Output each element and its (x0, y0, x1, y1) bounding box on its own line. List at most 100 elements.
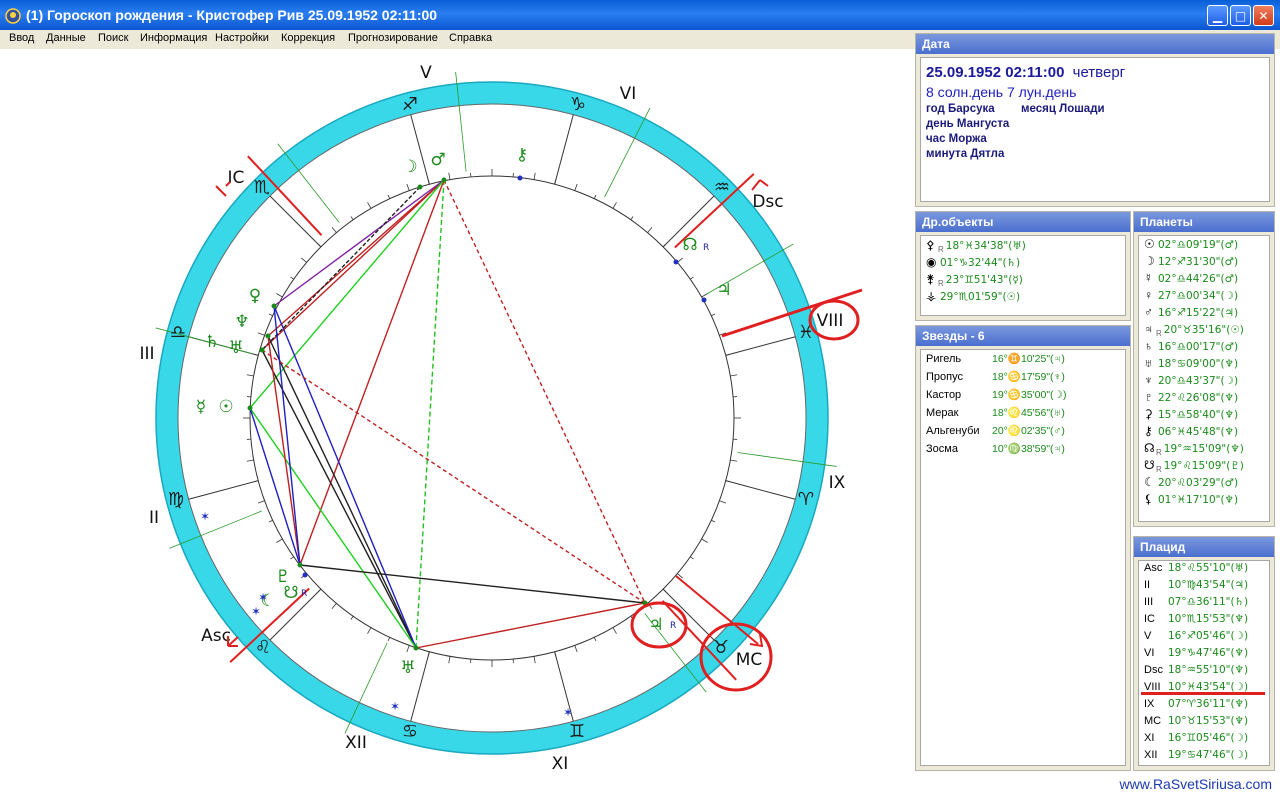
star-position: 16°♊10'25"(♃) (992, 353, 1065, 365)
planet-glyph: ♆ (234, 312, 249, 332)
house-cusp-position: 16°♐05'46"(☽) (1168, 630, 1249, 642)
planet-row: ♂ 16°♐15'22"(♃) (1144, 305, 1238, 322)
star-row: Мерак 18°♌45'56"(♅) (926, 406, 1065, 424)
planet-glyph: ♅ (228, 338, 243, 358)
house-cusp-position: 16°♊05'46"(☽) (1168, 732, 1249, 744)
house-label: XI (1144, 732, 1155, 744)
planet-glyph: ☉ (218, 397, 233, 417)
house-label: Dsc (752, 192, 783, 212)
other-object-row: ⚶ 29°♏01'59"(☉) (926, 289, 1020, 306)
planet-row: ⚳ 15°♎58'40"(♆) (1144, 407, 1238, 424)
planet-position: 22°♌26'08"(♆) (1158, 392, 1239, 404)
dsc-fork (751, 179, 769, 191)
house-cusp-row: III 07°♎36'11"(♄) (1144, 596, 1248, 613)
star-name: Кастор (926, 389, 962, 401)
highlight-underline (1141, 692, 1265, 695)
house-cusp-position: 07°♎36'11"(♄) (1168, 596, 1249, 608)
window-title: (1) Гороскоп рождения - Кристофер Рив 25… (26, 7, 438, 23)
star-position: 18°♌45'56"(♅) (992, 407, 1065, 419)
menu-vvod[interactable]: Ввод (9, 32, 34, 44)
planet-row: ⚸ 01°♓17'10"(♆) (1144, 492, 1238, 509)
menu-informatsiya[interactable]: Информация (140, 32, 207, 44)
house-label: XI (552, 754, 569, 774)
retro-mark: R (1156, 448, 1162, 458)
planet-position: 20°♌03'29"(♂) (1158, 477, 1239, 489)
planet-position: 20°♎43'37"(☽) (1158, 375, 1239, 387)
planets-header: Планеты (1134, 212, 1274, 232)
menu-dannye[interactable]: Данные (46, 32, 86, 44)
other-object-row: ⚵ R 23°♊51'43"(☿) (926, 272, 1023, 289)
house-label: III (139, 344, 154, 364)
other-object-row: ◉ 01°♑32'44"(♄) (926, 255, 1020, 272)
house-label: III (1144, 596, 1154, 608)
other-objects-header: Др.объекты (916, 212, 1130, 232)
house-label: IC (1144, 613, 1155, 625)
minimize-button[interactable]: ▁ (1207, 5, 1228, 26)
title-bar[interactable]: (1) Гороскоп рождения - Кристофер Рив 25… (0, 0, 1280, 30)
planet-position: 18°♋09'00"(♆) (1158, 358, 1239, 370)
house-cusp-position: 18°♒55'10"(♆) (1168, 664, 1249, 676)
planet-position: 01°♓17'10"(♆) (1158, 494, 1239, 506)
app-icon (5, 8, 21, 24)
planet-row: ♇ 22°♌26'08"(♆) (1144, 390, 1238, 407)
house-cusp-position: 10°♍43'54"(♃) (1168, 579, 1249, 591)
planet-position: 12°♐31'30"(♂) (1158, 256, 1239, 268)
placidus-panel: Плацид Asc 18°♌55'10"(♅) II 10°♍43'54"(♃) II… (1133, 536, 1275, 771)
zodiac-sign-glyph: ♋ (402, 721, 418, 742)
house-cusp-position: 07°♈36'11"(♆) (1168, 698, 1249, 710)
zodiac-sign-glyph: ♉ (713, 637, 729, 658)
planet-dot (297, 562, 303, 568)
ic-fork (215, 181, 231, 197)
inner-circle (249, 175, 735, 661)
menu-poisk[interactable]: Поиск (98, 32, 128, 44)
house-label: XII (345, 733, 367, 753)
site-url-link[interactable]: www.RaSvetSiriusa.com (1120, 776, 1273, 792)
planet-dot (302, 572, 308, 578)
planet-dot (417, 184, 423, 190)
menu-prognozirovanie[interactable]: Прогнозирование (348, 32, 438, 44)
house-cusp-position: 18°♌55'10"(♅) (1168, 562, 1249, 574)
planet-glyph: ♂ (430, 150, 445, 170)
planet-glyph: ♅ (400, 658, 415, 678)
solar-lunar-days: 8 солн.день 7 лун.день (926, 84, 1077, 100)
planet-row: ☉ 02°♎09'19"(♂) (1144, 237, 1238, 254)
planet-row: ☽ 12°♐31'30"(♂) (1144, 254, 1238, 271)
star-name: Альгенуби (926, 425, 980, 437)
planet-dot (413, 645, 419, 651)
planet-dot (271, 303, 277, 309)
zodiac-sign-glyph: ♏ (254, 177, 270, 198)
house-label: MC (736, 650, 763, 670)
house-label: IC (228, 168, 245, 188)
day-animal: день Мангуста (926, 118, 1010, 130)
planet-position: 19°♌15'09"(♇) (1163, 460, 1244, 472)
planet-row: ♆ 20°♎43'37"(☽) (1144, 373, 1238, 390)
maximize-button[interactable]: □ (1230, 5, 1251, 26)
fixed-star-icon: ✶ (390, 700, 400, 714)
zodiac-sign-glyph: ♐ (402, 94, 418, 115)
retro-mark: R (1156, 465, 1162, 475)
menu-spravka[interactable]: Справка (449, 32, 492, 44)
other-objects-panel: Др.объекты ⚴ R 18°♓34'38"(♅) ◉ 01°♑32'44"(♄)… (915, 211, 1131, 321)
star-row: Кастор 19°♋35'00"(☽) (926, 388, 1066, 406)
close-button[interactable]: ✕ (1253, 5, 1274, 26)
house-label: MC (1144, 715, 1162, 727)
menu-nastroyki[interactable]: Настройки (215, 32, 269, 44)
house-label: Dsc (1144, 664, 1163, 676)
star-row: Пропус 18°♋17'59"(♆) (926, 370, 1065, 388)
house-label: IX (829, 473, 846, 493)
planet-dot (701, 297, 707, 303)
menu-korrektsiya[interactable]: Коррекция (281, 32, 335, 44)
planets-panel: Планеты ☉ 02°♎09'19"(♂) ☽ 12°♐31'30"(♂) ☿ 02°… (1133, 211, 1275, 527)
house-label: V (420, 63, 432, 83)
house-cusp-row: XI 16°♊05'46"(☽) (1144, 732, 1248, 749)
house-label: VIII (817, 311, 844, 331)
retro-mark: R (1156, 329, 1162, 339)
planet-row: ♀ 27°♎00'34"(☽) (1144, 288, 1238, 305)
hour-animal: час Моржа (926, 133, 987, 145)
object-position: 18°♓34'38"(♅) (945, 240, 1026, 252)
house-label: Asc (201, 626, 231, 646)
natal-chart[interactable]: ♐ ♑♏ ♒♎ ♓♍ ♈♌ ♉♋ ♊ ☽ ♂ ⚷☊♃♀♆♄ ♅☿ ☉♇☋☾♃♅RRR✶✶✶✶ ✶ VV… (0, 49, 915, 800)
planet-position: 02°♎09'19"(♂) (1158, 239, 1239, 251)
house-cusp-position: 19°♑47'46"(♆) (1168, 647, 1249, 659)
date-panel: Дата 25.09.1952 02:11:00 четверг 8 солн.… (915, 33, 1275, 207)
